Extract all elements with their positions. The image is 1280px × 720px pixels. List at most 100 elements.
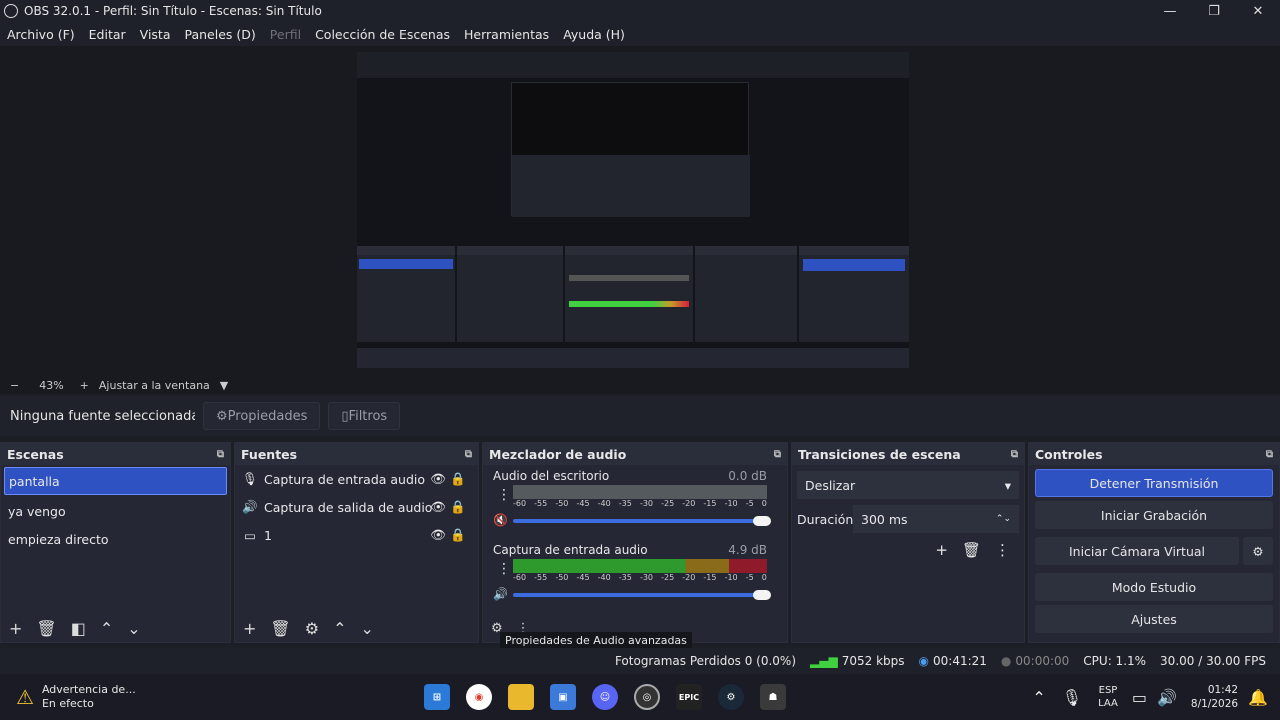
float-icon[interactable]: ⧉ bbox=[217, 449, 224, 460]
chrome-icon[interactable]: ◉ bbox=[466, 684, 492, 710]
filters-label: Filtros bbox=[348, 408, 388, 424]
scene-item[interactable]: ya vengo bbox=[1, 497, 230, 525]
eye-icon[interactable]: 👁 bbox=[430, 527, 446, 543]
scale-tick: 0 bbox=[761, 499, 767, 508]
steam-icon[interactable]: ⚙ bbox=[718, 684, 744, 710]
properties-button[interactable]: ⚙ Propiedades bbox=[203, 402, 321, 430]
muted-speaker-icon[interactable]: 🔇 bbox=[493, 513, 508, 527]
gear-icon[interactable]: ⚙ bbox=[305, 619, 319, 638]
menu-ayuda[interactable]: Ayuda (H) bbox=[556, 27, 632, 42]
discord-icon[interactable]: ☺ bbox=[592, 684, 618, 710]
scenes-title: Escenas bbox=[7, 446, 64, 462]
menu-coleccion[interactable]: Colección de Escenas bbox=[308, 27, 457, 42]
epic-games-icon[interactable]: EPIC bbox=[676, 684, 702, 710]
file-explorer-icon[interactable] bbox=[508, 684, 534, 710]
dropped-frames: Fotogramas Perdidos 0 (0.0%) bbox=[614, 654, 797, 668]
scenes-header: Escenas ⧉ bbox=[1, 443, 230, 465]
menu-paneles[interactable]: Paneles (D) bbox=[178, 27, 263, 42]
meter-scale: -60 -55 -50 -45 -40 -35 -30 -25 -20 -15 -10 -5 0 bbox=[513, 499, 767, 508]
language-indicator[interactable]: ESP LAA bbox=[1098, 684, 1118, 710]
eye-icon[interactable]: 👁 bbox=[430, 499, 446, 515]
down-arrow-icon[interactable]: ⌄ bbox=[360, 619, 373, 638]
menu-herramientas[interactable]: Herramientas bbox=[457, 27, 556, 42]
program-preview[interactable] bbox=[357, 52, 909, 368]
menu-editar[interactable]: Editar bbox=[82, 27, 133, 42]
volume-slider[interactable] bbox=[513, 590, 771, 600]
obs-taskbar-icon[interactable]: ◎ bbox=[634, 684, 660, 710]
menu-vista[interactable]: Vista bbox=[133, 27, 178, 42]
zoom-out-button[interactable]: − bbox=[10, 379, 19, 392]
lock-icon[interactable]: 🔒 bbox=[450, 499, 466, 515]
filters-button[interactable]: ▯ Filtros bbox=[328, 402, 401, 430]
start-virtual-cam-button[interactable]: Iniciar Cámara Virtual bbox=[1035, 537, 1239, 565]
transition-select[interactable]: Deslizar ▾ bbox=[797, 471, 1019, 499]
menu-perfil[interactable]: Perfil bbox=[263, 27, 308, 42]
scale-tick: -30 bbox=[639, 573, 654, 582]
chevron-down-icon[interactable]: ▼ bbox=[220, 379, 228, 392]
lock-icon[interactable]: 🔒 bbox=[450, 471, 466, 487]
float-icon[interactable]: ⧉ bbox=[774, 449, 781, 460]
float-icon[interactable]: ⧉ bbox=[1266, 449, 1273, 460]
eye-icon[interactable]: 👁 bbox=[430, 471, 446, 487]
trash-icon[interactable]: 🗑 bbox=[962, 541, 981, 559]
kebab-icon[interactable]: ⋮ bbox=[497, 561, 511, 577]
filter-icon: ▯ bbox=[341, 408, 349, 424]
add-icon[interactable]: + bbox=[243, 619, 256, 638]
menu-archivo[interactable]: Archivo (F) bbox=[0, 27, 82, 42]
trash-icon[interactable]: 🗑 bbox=[270, 619, 290, 638]
scale-tick: -40 bbox=[597, 499, 611, 508]
up-arrow-icon[interactable]: ⌃ bbox=[333, 619, 346, 638]
volume-knob[interactable] bbox=[753, 516, 771, 526]
filter-icon[interactable]: ◧ bbox=[71, 619, 86, 638]
duration-spinbox[interactable]: 300 ms ⌃⌄ bbox=[853, 505, 1019, 533]
network-icon[interactable]: ▭ bbox=[1132, 688, 1147, 707]
speaker-icon[interactable]: 🔊 bbox=[493, 587, 508, 601]
source-item[interactable]: ▭ 1 👁 🔒 bbox=[235, 521, 478, 549]
close-button[interactable]: ✕ bbox=[1236, 4, 1280, 19]
start-recording-button[interactable]: Iniciar Grabación bbox=[1035, 501, 1273, 529]
speaker-icon: 🔊 bbox=[242, 499, 258, 514]
kebab-icon[interactable]: ⋮ bbox=[995, 541, 1010, 559]
maximize-button[interactable]: ❐ bbox=[1192, 4, 1236, 19]
scale-tick: -60 bbox=[513, 499, 527, 508]
source-item[interactable]: 🎙 Captura de entrada audio 👁 🔒 bbox=[235, 465, 478, 493]
notifications-icon[interactable]: 🔔 bbox=[1248, 688, 1268, 707]
stop-streaming-button[interactable]: Detener Transmisión bbox=[1035, 469, 1273, 497]
fit-window-button[interactable]: Ajustar a la ventana bbox=[99, 379, 210, 392]
zoom-in-button[interactable]: + bbox=[80, 379, 89, 392]
monitor-icon: ▭ bbox=[244, 527, 256, 543]
up-arrow-icon[interactable]: ⌃ bbox=[100, 619, 113, 638]
float-icon[interactable]: ⧉ bbox=[465, 449, 472, 460]
duration-row: Duración 300 ms ⌃⌄ bbox=[797, 505, 1019, 533]
preview-nested-dock bbox=[565, 246, 693, 342]
scene-item[interactable]: empieza directo bbox=[1, 525, 230, 553]
add-icon[interactable]: + bbox=[935, 541, 948, 559]
warning-notification[interactable]: ⚠ Advertencia de... En efecto bbox=[16, 683, 416, 711]
scale-tick: -60 bbox=[513, 573, 527, 582]
store-icon[interactable]: ▣ bbox=[550, 684, 576, 710]
add-icon[interactable]: + bbox=[9, 619, 22, 638]
kebab-icon[interactable]: ⋮ bbox=[497, 487, 511, 503]
lock-icon[interactable]: 🔒 bbox=[450, 527, 466, 543]
minimize-button[interactable]: — bbox=[1148, 4, 1192, 19]
meter-scale: -60 -55 -50 -45 -40 -35 -30 -25 -20 -15 -10 -5 0 bbox=[513, 573, 767, 582]
volume-icon[interactable]: 🔊 bbox=[1157, 688, 1177, 707]
volume-knob[interactable] bbox=[753, 590, 771, 600]
app-icon[interactable]: ☗ bbox=[760, 684, 786, 710]
source-item[interactable]: 🔊 Captura de salida de audio 👁 🔒 bbox=[235, 493, 478, 521]
chevron-up-icon[interactable]: ⌃ bbox=[1032, 688, 1045, 707]
down-arrow-icon[interactable]: ⌄ bbox=[127, 619, 140, 638]
volume-slider[interactable] bbox=[513, 516, 771, 526]
float-icon[interactable]: ⧉ bbox=[1011, 449, 1018, 460]
settings-button[interactable]: Ajustes bbox=[1035, 605, 1273, 633]
scale-tick: -25 bbox=[661, 499, 675, 508]
scene-item[interactable]: pantalla bbox=[4, 467, 227, 495]
spin-arrows-icon[interactable]: ⌃⌄ bbox=[996, 514, 1011, 524]
microphone-icon[interactable]: 🎙 bbox=[1062, 688, 1082, 707]
windows-start-icon[interactable]: ⊞ bbox=[424, 684, 450, 710]
studio-mode-button[interactable]: Modo Estudio bbox=[1035, 573, 1273, 601]
clock[interactable]: 01:42 8/1/2026 bbox=[1191, 683, 1238, 711]
gear-icon[interactable]: ⚙ bbox=[1243, 537, 1273, 565]
trash-icon[interactable]: 🗑 bbox=[36, 619, 56, 638]
transitions-header: Transiciones de escena ⧉ bbox=[792, 443, 1024, 465]
